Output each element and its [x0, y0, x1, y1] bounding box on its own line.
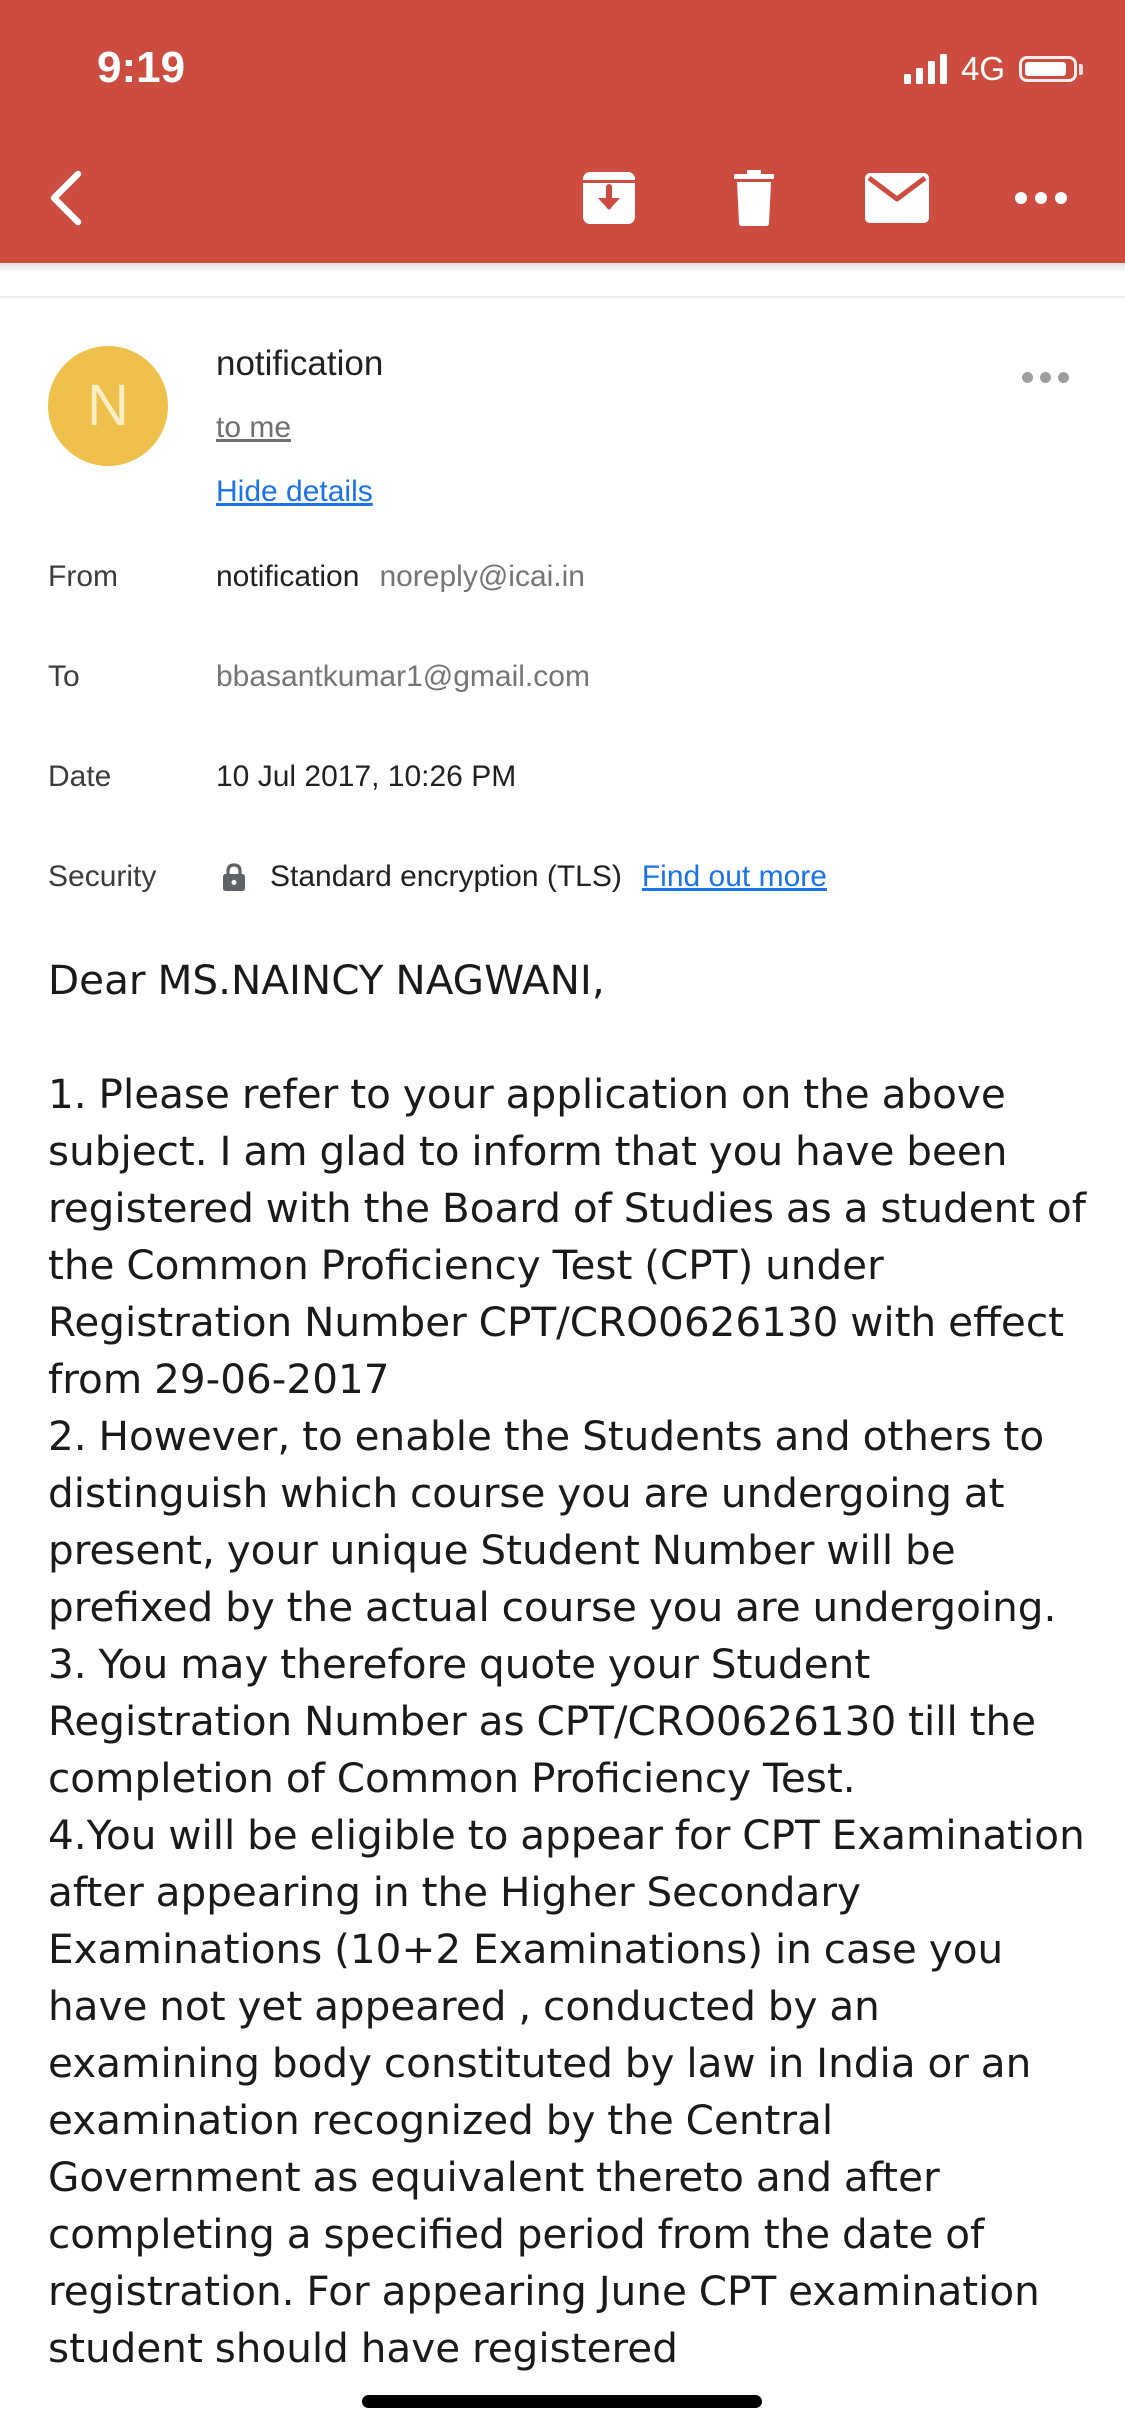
archive-icon	[583, 172, 635, 224]
email-greeting: Dear MS.NAINCY NAGWANI,	[48, 956, 605, 1004]
from-email[interactable]: noreply@icai.in	[379, 555, 585, 599]
status-icons: 4G	[903, 48, 1083, 90]
battery-fill	[1025, 62, 1067, 76]
archive-button[interactable]	[561, 150, 657, 246]
battery-icon	[1019, 56, 1083, 82]
home-indicator[interactable]	[362, 2395, 762, 2408]
status-time: 9:19	[97, 43, 186, 92]
avatar[interactable]: N	[48, 346, 168, 466]
signal-icon	[903, 54, 947, 84]
mail-icon	[865, 173, 929, 223]
dot-icon	[1022, 372, 1033, 383]
delete-button[interactable]	[706, 150, 802, 246]
back-arrow-icon	[50, 170, 82, 226]
email-body: Dear MS.NAINCY NAGWANI, 1. Please refer t…	[48, 952, 1093, 2377]
lock-icon	[220, 855, 248, 899]
dot-icon	[1058, 372, 1069, 383]
to-email[interactable]: bbasantkumar1@gmail.com	[216, 655, 590, 699]
message-more-button[interactable]	[1022, 362, 1069, 393]
date-label: Date	[48, 760, 112, 793]
more-horizontal-icon	[1015, 192, 1067, 204]
network-label: 4G	[960, 50, 1005, 87]
security-value: Standard encryption (TLS)	[270, 860, 622, 893]
find-out-more-link[interactable]: Find out more	[642, 855, 827, 899]
detail-row-to: To bbasantkumar1@gmail.com	[48, 655, 1078, 699]
trash-icon	[734, 170, 774, 226]
sender-name: notification	[216, 344, 384, 383]
detail-row-date: Date 10 Jul 2017, 10:26 PM	[48, 755, 1078, 799]
to-label: To	[48, 660, 80, 693]
from-name: notification	[216, 560, 360, 593]
detail-row-from: From notification noreply@icai.in	[48, 555, 1078, 599]
app-bar-shadow	[0, 263, 1125, 273]
email-body-text: 1. Please refer to your application on t…	[48, 1070, 1087, 2372]
back-button[interactable]	[18, 150, 114, 246]
divider	[0, 296, 1125, 298]
app-bar: 9:19 4G	[0, 0, 1125, 263]
more-button[interactable]	[993, 150, 1089, 246]
detail-row-security: Security Standard encryption (TLS) Find …	[48, 855, 1078, 899]
from-label: From	[48, 560, 118, 593]
security-label: Security	[48, 860, 157, 893]
mark-unread-button[interactable]	[849, 150, 945, 246]
recipient-summary-link[interactable]: to me	[216, 408, 291, 448]
dot-icon	[1040, 372, 1051, 383]
hide-details-link[interactable]: Hide details	[216, 472, 373, 512]
date-value: 10 Jul 2017, 10:26 PM	[216, 760, 517, 793]
